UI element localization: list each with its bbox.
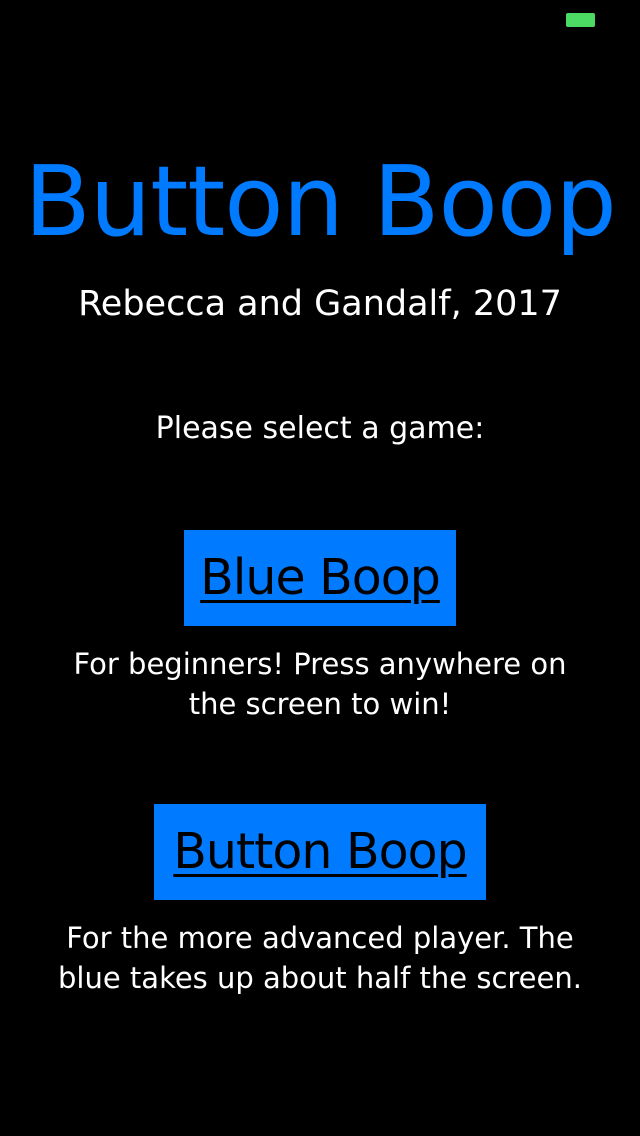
credits-text: Rebecca and Gandalf, 2017 xyxy=(78,284,562,324)
blue-boop-description: For beginners! Press anywhere on the scr… xyxy=(0,644,640,724)
battery-icon xyxy=(566,13,595,27)
button-boop-description: For the more advanced player. The blue t… xyxy=(0,918,640,998)
status-bar xyxy=(0,0,640,40)
select-game-prompt: Please select a game: xyxy=(155,411,485,446)
button-boop-button[interactable]: Button Boop xyxy=(154,804,486,900)
description-line: the screen to win! xyxy=(188,687,452,721)
blue-boop-button[interactable]: Blue Boop xyxy=(184,530,456,626)
app-title: Button Boop xyxy=(24,145,617,258)
description-line: For the more advanced player. The xyxy=(66,921,574,955)
description-line: blue takes up about half the screen. xyxy=(58,961,582,995)
description-line: For beginners! Press anywhere on xyxy=(73,647,567,681)
